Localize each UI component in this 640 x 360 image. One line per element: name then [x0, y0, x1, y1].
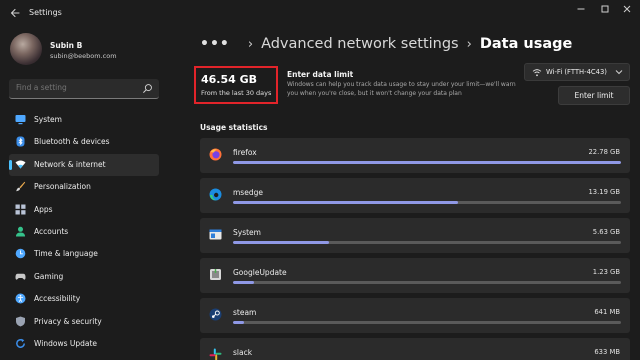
app-name: slack [233, 348, 253, 357]
app-usage-row-steam: steam 641 MB [200, 298, 630, 333]
sidebar-item-gaming[interactable]: Gaming [9, 266, 159, 288]
app-usage-size: 641 MB [594, 308, 620, 316]
sidebar-item-personalization[interactable]: Personalization [9, 176, 159, 198]
app-usage-size: 1.23 GB [592, 268, 620, 276]
usage-statistics-heading: Usage statistics [200, 123, 268, 132]
usage-period-label: From the last 30 days [201, 89, 272, 97]
maximize-icon[interactable] [596, 4, 614, 20]
app-usage-size: 13.19 GB [588, 188, 620, 196]
monitor-icon [15, 114, 26, 125]
app-name: steam [233, 308, 257, 317]
sidebar-item-label: Personalization [34, 182, 91, 192]
app-name: firefox [233, 148, 257, 157]
window-title: Settings [29, 8, 62, 17]
person-icon [15, 226, 26, 237]
app-usage-row-system: System 5.63 GB [200, 218, 630, 253]
app-usage-row-msedge: msedge 13.19 GB [200, 178, 630, 213]
slack-icon [209, 348, 222, 360]
sidebar-nav: System Bluetooth & devices Network & int… [9, 109, 159, 355]
sidebar-item-time-language[interactable]: Time & language [9, 243, 159, 265]
globe-clock-icon [15, 248, 26, 259]
apps-icon [15, 204, 26, 215]
google-update-icon [210, 269, 221, 280]
sidebar-item-label: Accounts [34, 226, 69, 236]
sidebar-item-label: Privacy & security [34, 316, 102, 326]
sidebar-item-label: System [34, 115, 62, 124]
usage-bar-fill [233, 321, 244, 324]
breadcrumb-overflow-button[interactable]: ••• [200, 36, 230, 52]
chevron-right-icon: › [466, 36, 472, 52]
sidebar-item-label: Gaming [34, 271, 64, 281]
chevron-right-icon: › [247, 36, 254, 52]
close-icon[interactable] [618, 4, 636, 20]
usage-bar-fill [233, 241, 329, 244]
usage-bar [233, 201, 621, 204]
user-email: subin@beebom.com [50, 52, 117, 60]
app-usage-row-googleupdate: GoogleUpdate 1.23 GB [200, 258, 630, 293]
usage-bar [233, 241, 621, 244]
app-name: msedge [233, 188, 263, 197]
sidebar-item-privacy-security[interactable]: Privacy & security [9, 311, 159, 333]
app-usage-size: 22.78 GB [588, 148, 620, 156]
steam-icon [209, 308, 222, 321]
search-box[interactable] [9, 79, 159, 99]
sidebar-item-bluetooth[interactable]: Bluetooth & devices [9, 131, 159, 153]
data-limit-heading: Enter data limit [287, 70, 354, 79]
minimize-icon[interactable] [572, 4, 590, 20]
app-name: System [233, 228, 261, 237]
sidebar-item-label: Network & internet [34, 159, 106, 169]
sidebar-item-label: Apps [34, 204, 53, 214]
usage-bar [233, 161, 621, 164]
app-usage-size: 5.63 GB [592, 228, 620, 236]
wifi-icon [15, 159, 26, 170]
network-select-value: Wi-Fi (FTTH-4C43) [546, 68, 607, 76]
app-usage-row-slack: slack 633 MB [200, 338, 630, 360]
app-name: GoogleUpdate [233, 268, 287, 277]
usage-bar [233, 321, 621, 324]
breadcrumb: ••• › Advanced network settings › Data u… [200, 34, 572, 54]
arrow-left-icon[interactable] [8, 7, 22, 21]
sidebar-item-label: Windows Update [34, 338, 98, 348]
update-icon [15, 338, 26, 349]
total-usage-value: 46.54 GB [201, 73, 258, 86]
app-usage-list: firefox 22.78 GB msedge 13.19 GB System … [200, 138, 630, 360]
sidebar-item-accessibility[interactable]: Accessibility [9, 288, 159, 310]
accessibility-icon [15, 293, 26, 304]
wifi-icon [532, 69, 542, 77]
app-usage-size: 633 MB [594, 348, 620, 356]
chevron-down-icon [615, 70, 623, 75]
usage-bar-fill [233, 161, 621, 164]
brush-icon [15, 181, 26, 192]
sidebar-item-apps[interactable]: Apps [9, 199, 159, 221]
bluetooth-icon [15, 136, 26, 147]
network-adapter-select[interactable]: Wi-Fi (FTTH-4C43) [524, 63, 630, 81]
app-usage-row-firefox: firefox 22.78 GB [200, 138, 630, 173]
search-icon[interactable] [142, 83, 153, 94]
firefox-icon [209, 148, 222, 161]
enter-limit-button[interactable]: Enter limit [558, 86, 630, 105]
sidebar-item-label: Time & language [34, 249, 98, 259]
total-usage-card: 46.54 GB From the last 30 days [194, 66, 278, 104]
user-name: Subin B [50, 41, 83, 50]
search-input[interactable] [16, 83, 136, 92]
shield-icon [15, 316, 26, 327]
sidebar-item-network[interactable]: Network & internet [9, 153, 159, 177]
edge-icon [209, 188, 222, 201]
usage-bar [233, 281, 621, 284]
sidebar-item-windows-update[interactable]: Windows Update [9, 333, 159, 355]
title-bar: Settings [0, 0, 640, 28]
sidebar-item-label: Accessibility [34, 294, 81, 304]
data-limit-description: Windows can help you track data usage to… [287, 81, 516, 97]
sidebar-item-accounts[interactable]: Accounts [9, 221, 159, 243]
sidebar-item-label: Bluetooth & devices [34, 137, 110, 147]
usage-bar-fill [233, 281, 254, 284]
sidebar-item-system[interactable]: System [9, 109, 159, 131]
gamepad-icon [15, 271, 26, 282]
page-title: Data usage [479, 36, 573, 52]
usage-bar-fill [233, 201, 458, 204]
system-icon [209, 229, 222, 240]
avatar[interactable] [10, 33, 42, 65]
breadcrumb-parent-link[interactable]: Advanced network settings [261, 36, 459, 52]
